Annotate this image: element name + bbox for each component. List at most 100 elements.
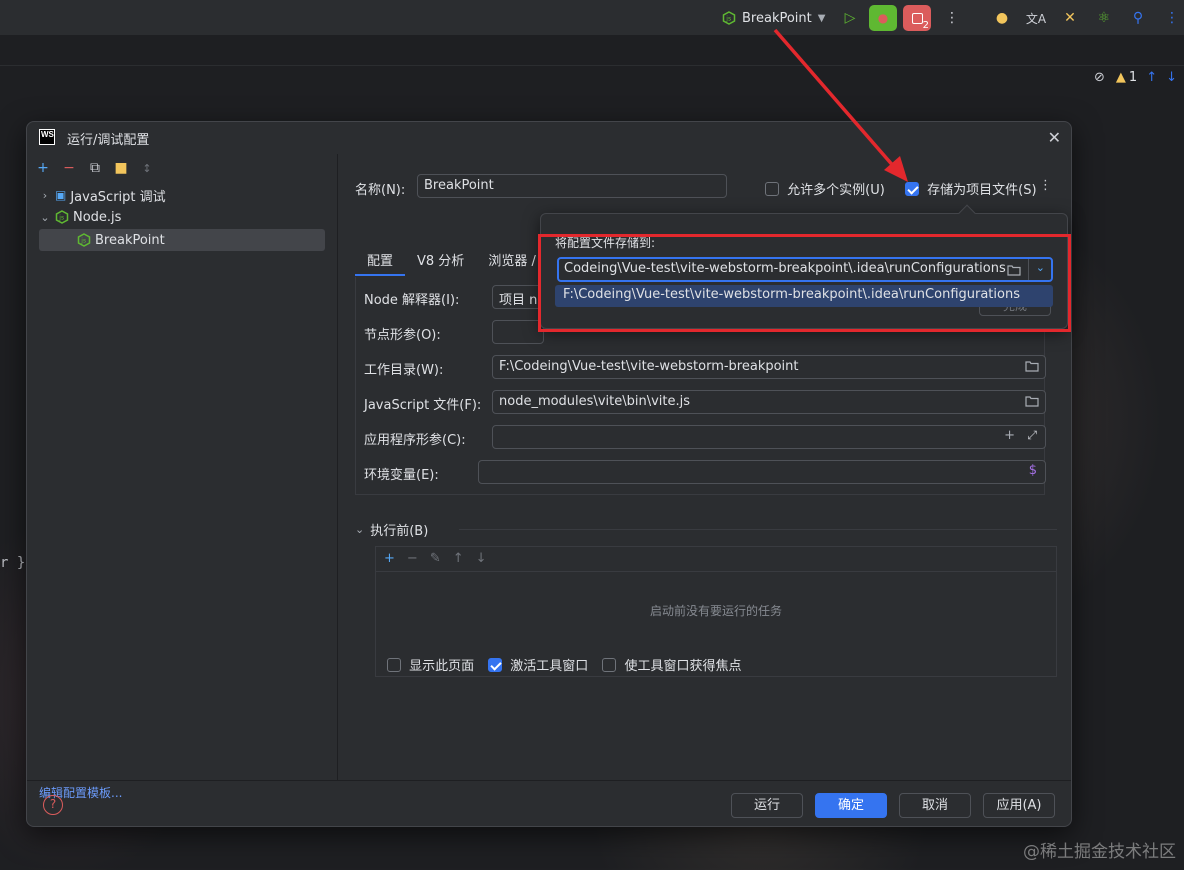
warning-icon: ▲ (1115, 70, 1126, 85)
activate-tool-window-checkbox[interactable] (488, 658, 503, 672)
store-as-project-option[interactable]: 存储为项目文件(S) (905, 179, 1037, 198)
tree-group-js-debug[interactable]: › ▣ JavaScript 调试 (39, 184, 166, 206)
svg-text:js: js (58, 215, 64, 222)
stop-count-badge: 2 (922, 20, 929, 31)
inspection-widget[interactable]: ⊘ ▲ 1 ↑ ↓ (1094, 70, 1177, 85)
sort-icon[interactable]: ↕ (139, 160, 155, 176)
activate-tool-window-label: 激活工具窗口 (510, 659, 589, 674)
allow-multiple-option[interactable]: 允许多个实例(U) (765, 179, 885, 198)
focus-tool-window-label: 使工具窗口获得焦点 (624, 659, 742, 674)
webstorm-logo: WS (39, 129, 55, 145)
apply-button[interactable]: 应用(A) (983, 793, 1055, 818)
chevron-right-icon: › (42, 188, 48, 202)
tree-item-label: BreakPoint (95, 232, 165, 248)
tab-configuration[interactable]: 配置 (355, 244, 406, 276)
name-label: 名称(N): (355, 183, 406, 198)
node-interpreter-label: Node 解释器(I): (364, 293, 460, 308)
close-icon[interactable]: ✕ (1048, 128, 1061, 147)
stop-icon (911, 12, 923, 24)
show-page-option[interactable]: 显示此页面 (387, 655, 474, 674)
working-dir-value: F:\Codeing\Vue-test\vite-webstorm-breakp… (499, 359, 799, 374)
empty-tasks-text: 启动前没有要运行的任务 (649, 604, 782, 618)
config-tree-toolbar: + − ⧉ ■ ↕ (35, 160, 155, 176)
arrow-down-icon[interactable]: ↓ (476, 551, 487, 566)
svg-text:js: js (725, 16, 731, 23)
arrow-up-icon[interactable]: ↑ (453, 551, 464, 566)
tab-v8-profiling[interactable]: V8 分析 (405, 244, 476, 276)
stop-button[interactable]: 2 (903, 5, 931, 31)
add-icon[interactable]: + (384, 551, 395, 566)
store-as-project-label: 存储为项目文件(S) (927, 183, 1037, 198)
name-field[interactable]: BreakPoint (417, 174, 727, 198)
js-file-field[interactable]: node_modules\vite\bin\vite.js (492, 390, 1046, 414)
focus-tool-window-checkbox[interactable] (602, 658, 617, 672)
remove-icon[interactable]: − (407, 551, 418, 566)
activate-tool-window-option[interactable]: 激活工具窗口 (488, 655, 588, 674)
tree-item-breakpoint[interactable]: js BreakPoint (39, 229, 325, 251)
react-atom-icon[interactable]: ⚛ (1090, 5, 1118, 31)
app-params-field[interactable]: + ⤢ (492, 425, 1046, 449)
cancel-button[interactable]: 取消 (899, 793, 971, 818)
js-debug-icon: ▣ (55, 188, 67, 202)
show-page-checkbox[interactable] (387, 658, 401, 672)
chevron-down-icon: ▼ (817, 12, 826, 24)
allow-multiple-checkbox[interactable] (765, 182, 779, 196)
arrow-up-icon: ↑ (1146, 70, 1158, 85)
new-folder-icon[interactable]: ■ (113, 160, 129, 176)
node-params-label: 节点形参(O): (364, 328, 441, 343)
run-config-selector[interactable]: js BreakPoint ▼ (722, 7, 825, 29)
divider (376, 571, 1056, 572)
before-launch-toggle[interactable]: ⌄ 执行前(B) (355, 520, 428, 539)
task-toolbar: + − ✎ ↑ ↓ (384, 551, 487, 566)
dialog-title: 运行/调试配置 (67, 133, 150, 148)
code-fragment: r } (0, 555, 26, 571)
folder-icon[interactable] (1025, 395, 1039, 407)
tree-group-nodejs[interactable]: ⌄ js Node.js (39, 206, 121, 228)
expand-icon[interactable]: ⤢ (1027, 428, 1037, 443)
config-tabs: 配置 V8 分析 浏览器 / (355, 244, 548, 276)
dialog-title-bar: WS 运行/调试配置 ✕ (27, 122, 1071, 154)
tree-group-label: Node.js (73, 209, 122, 225)
add-icon[interactable]: + (35, 160, 51, 176)
remove-icon[interactable]: − (61, 160, 77, 176)
help-icon[interactable]: ? (43, 795, 63, 815)
add-icon[interactable]: + (1004, 428, 1015, 443)
svg-text:js: js (80, 238, 86, 245)
ide-top-toolbar: js BreakPoint ▼ ▷ ● 2 ⋮ ● 文A ✕ ⚛ ⚲ ⋮ (0, 0, 1184, 36)
bug-icon: ● (877, 11, 889, 25)
show-page-label: 显示此页面 (409, 659, 475, 674)
arrow-down-icon: ↓ (1166, 70, 1177, 85)
working-dir-label: 工作目录(W): (364, 363, 444, 378)
node-params-field[interactable] (492, 320, 544, 344)
allow-multiple-label: 允许多个实例(U) (787, 183, 885, 198)
env-vars-field[interactable]: $ (478, 460, 1046, 484)
working-dir-field[interactable]: F:\Codeing\Vue-test\vite-webstorm-breakp… (492, 355, 1046, 379)
folder-icon[interactable] (1025, 360, 1039, 372)
search-icon[interactable]: ⚲ (1124, 5, 1152, 31)
copy-icon[interactable]: ⧉ (87, 160, 103, 176)
run-button[interactable]: 运行 (731, 793, 803, 818)
store-as-project-checkbox[interactable] (905, 182, 919, 196)
dialog-footer: ? 运行 确定 取消 应用(A) (27, 780, 1071, 826)
nodejs-icon: js (722, 11, 736, 25)
js-file-value: node_modules\vite\bin\vite.js (499, 394, 690, 409)
translate-icon[interactable]: 文A (1022, 5, 1050, 31)
nodejs-icon: js (55, 210, 69, 224)
dollar-icon[interactable]: $ (1029, 463, 1037, 478)
people-icon[interactable]: ● (988, 5, 1016, 31)
debug-button[interactable]: ● (869, 5, 897, 31)
ok-button[interactable]: 确定 (815, 793, 887, 818)
settings-more-icon[interactable]: ⋮ (1158, 5, 1184, 31)
section-divider (459, 529, 1057, 530)
store-options-more-icon[interactable]: ⋮ (1039, 178, 1052, 193)
chevron-down-icon: ⌄ (40, 210, 50, 224)
editor-tab-strip (0, 36, 1184, 66)
run-button[interactable]: ▷ (836, 5, 864, 31)
edit-icon[interactable]: ✎ (430, 551, 441, 566)
annotation-highlight-box (538, 234, 1071, 332)
node-interpreter-field[interactable]: 项目 n (492, 285, 544, 309)
more-vertical-icon[interactable]: ⋮ (938, 5, 966, 31)
focus-tool-window-option[interactable]: 使工具窗口获得焦点 (602, 655, 741, 674)
config-tree-pane: + − ⧉ ■ ↕ › ▣ JavaScript 调试 ⌄ js Node.js… (27, 154, 338, 800)
tools-icon[interactable]: ✕ (1056, 5, 1084, 31)
